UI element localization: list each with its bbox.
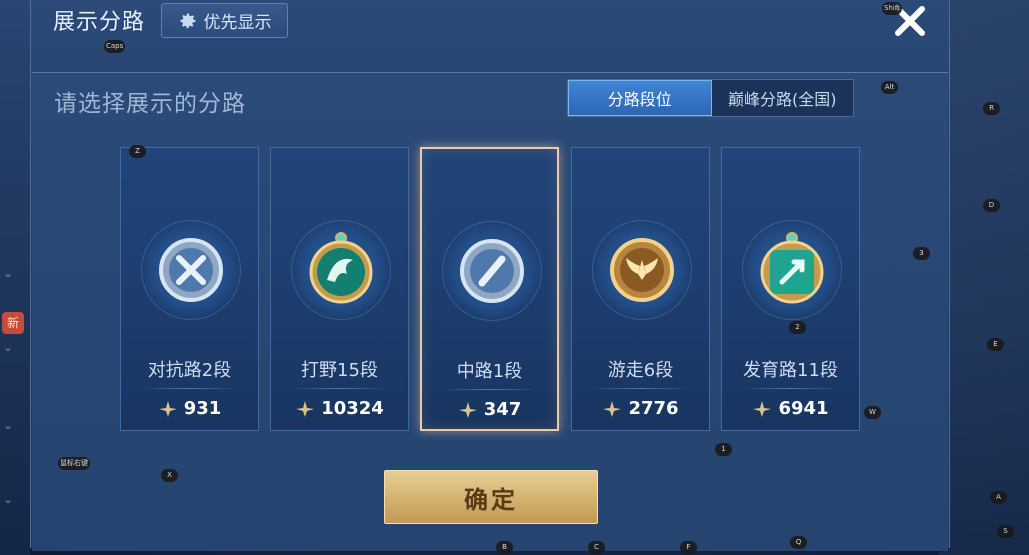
left-edge-background: ⌄ 新 ⌄ ⌄ ⌄	[0, 0, 30, 555]
key-hint-s: S	[997, 525, 1014, 538]
lane-score-value: 347	[483, 399, 522, 420]
lane-score: 2776	[572, 398, 709, 419]
key-hint-r: R	[983, 102, 1000, 115]
key-hint-alt: Alt	[881, 81, 898, 94]
key-hint-e: E	[987, 338, 1004, 351]
lane-score: 347	[422, 399, 557, 420]
new-badge: 新	[2, 312, 24, 334]
key-hint-z: Z	[129, 145, 146, 158]
key-hint-c: C	[588, 541, 605, 554]
lane-card-jungle[interactable]: 打野15段 10324	[270, 147, 409, 431]
lane-card-mid[interactable]: 中路1段 347	[420, 147, 559, 431]
key-hint-shift: Shift	[882, 2, 902, 15]
key-hint-b: B	[496, 541, 513, 554]
lane-score: 931	[121, 398, 258, 419]
power-score-icon	[753, 400, 772, 417]
lane-rank-label: 游走6段	[607, 360, 674, 381]
key-hint-x: X	[161, 469, 178, 482]
power-score-icon	[158, 400, 177, 417]
priority-display-label: 优先显示	[203, 13, 272, 33]
gold-wings-emblem-icon	[610, 238, 674, 302]
lane-score: 10324	[271, 398, 408, 419]
divider	[139, 388, 240, 389]
page-title: 展示分路	[53, 10, 146, 35]
tab-bar: 分路段位 巅峰分路(全国)	[567, 79, 854, 117]
confirm-button[interactable]: 确定	[384, 470, 598, 524]
lane-card-farm[interactable]: 发育路11段 6941	[721, 147, 860, 431]
silver-staff-emblem-icon	[460, 239, 524, 303]
power-score-icon	[296, 400, 315, 417]
key-hint-f: F	[680, 541, 697, 554]
right-edge-background	[939, 0, 1029, 555]
lane-score-value: 931	[183, 398, 222, 419]
jade-arrow-emblem-icon	[760, 232, 824, 304]
divider	[590, 388, 691, 389]
lane-card-roam[interactable]: 游走6段 2776	[571, 147, 710, 431]
gear-icon	[180, 13, 195, 28]
key-hint-w: W	[864, 406, 881, 419]
chevron-down-icon: ⌄	[3, 492, 14, 506]
chevron-down-icon: ⌄	[3, 418, 14, 432]
power-score-icon	[603, 400, 622, 417]
silver-sword-emblem-icon	[159, 238, 223, 302]
lane-score: 6941	[722, 398, 859, 419]
lane-card-clash[interactable]: 对抗路2段 931	[120, 147, 259, 431]
tab-peak-lane-national[interactable]: 巅峰分路(全国)	[712, 80, 854, 116]
lane-score-value: 6941	[778, 398, 829, 419]
key-hint-caps: Caps	[104, 40, 126, 53]
divider	[289, 388, 390, 389]
tab-lane-rank[interactable]: 分路段位	[568, 80, 712, 116]
chevron-down-icon: ⌄	[3, 340, 14, 354]
priority-display-button[interactable]: 优先显示	[161, 3, 288, 38]
key-hint-2: 2	[789, 321, 806, 334]
lane-score-value: 10324	[321, 398, 384, 419]
key-hint-right-mouse: 鼠标右键	[58, 457, 90, 470]
lane-rank-label: 发育路11段	[743, 360, 838, 381]
lane-rank-label: 对抗路2段	[147, 360, 232, 381]
jade-dragon-emblem-icon	[309, 232, 373, 304]
power-score-icon	[458, 401, 477, 418]
key-hint-a: A	[990, 491, 1007, 504]
divider	[440, 389, 539, 390]
key-hint-1: 1	[715, 443, 732, 456]
lane-rank-label: 中路1段	[456, 361, 523, 382]
key-hint-q: Q	[790, 536, 807, 549]
chevron-down-icon: ⌄	[3, 266, 14, 280]
key-hint-d: D	[983, 199, 1000, 212]
section-subtitle: 请选择展示的分路	[54, 91, 246, 117]
lane-score-value: 2776	[628, 398, 679, 419]
lane-rank-label: 打野15段	[301, 360, 378, 381]
divider	[740, 388, 841, 389]
key-hint-3: 3	[913, 247, 930, 260]
